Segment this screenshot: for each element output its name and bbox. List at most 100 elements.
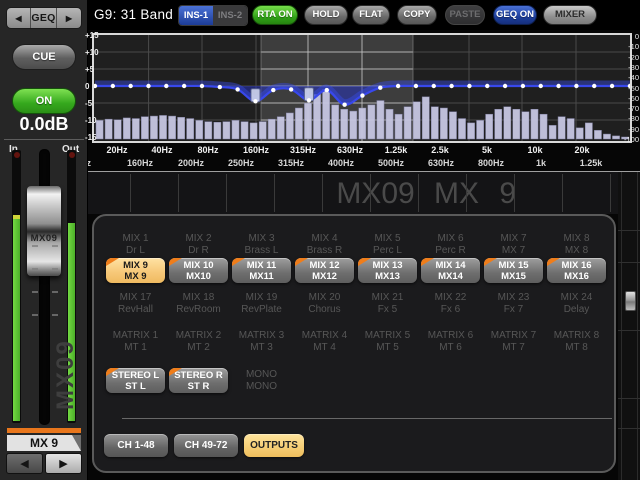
channel-select-cell: MIX 20Chorus: [293, 292, 356, 315]
channel-matrix-6[interactable]: MATRIX 6MT 6: [428, 330, 473, 353]
band-label: 800Hz: [469, 158, 513, 168]
channel-mix-14-button[interactable]: MIX 14MX14: [421, 258, 480, 283]
channel-select-cell: MIX 22Fx 6: [419, 292, 482, 315]
input-clip-led: [14, 152, 20, 158]
channel-select-cell: MATRIX 4MT 4: [293, 330, 356, 353]
channel-strip-sidebar: ◀ GEQ ▶ CUE ON 0.0dB In Out MX09 MX09 MX…: [0, 0, 88, 480]
geq-on-button[interactable]: GEQ ON: [493, 5, 537, 25]
band-label: 1.25k: [569, 158, 613, 168]
channel-color-bar: [7, 428, 81, 433]
right-scale-label: -10: [620, 42, 639, 51]
right-scale-label: -90: [620, 125, 639, 134]
on-button[interactable]: ON: [12, 88, 76, 114]
name-cell-divider: [178, 174, 179, 212]
outputs-tab[interactable]: OUTPUTS: [244, 434, 304, 457]
channel-select-cell: MIX 17RevHall: [104, 292, 167, 315]
channel-mix-22[interactable]: MIX 22Fx 6: [435, 292, 467, 315]
fader-gain-readout: 0.0dB: [0, 114, 88, 135]
channel-mix-3[interactable]: MIX 3Brass L: [245, 233, 279, 256]
fader-tick: [52, 268, 58, 270]
input-meter-fill: [13, 219, 20, 421]
channel-mix-15-button[interactable]: MIX 15MX15: [484, 258, 543, 283]
channel-mix-10-button[interactable]: MIX 10MX10: [169, 258, 228, 283]
channel-mix-1[interactable]: MIX 1Dr L: [122, 233, 148, 256]
fader-tick: [52, 291, 58, 293]
channel-select-cell: MIX 14MX14: [419, 258, 482, 283]
prev-channel-button[interactable]: ◀: [6, 453, 43, 474]
channel-select-cell: MIX 23Fx 7: [482, 292, 545, 315]
name-cell-divider: [370, 174, 371, 212]
channel-matrix-7[interactable]: MATRIX 7MT 7: [491, 330, 536, 353]
channel-mix-4[interactable]: MIX 4Brass R: [307, 233, 343, 256]
right-scale-label: -100: [620, 135, 639, 144]
hold-button[interactable]: HOLD: [304, 5, 348, 25]
channel-mix-17[interactable]: MIX 17RevHall: [118, 292, 153, 315]
channel-mix-19[interactable]: MIX 19RevPlate: [241, 292, 282, 315]
right-scale-label: -60: [620, 94, 639, 103]
channel-matrix-2[interactable]: MATRIX 2MT 2: [176, 330, 221, 353]
channel-mix-21[interactable]: MIX 21Fx 5: [372, 292, 404, 315]
input-meter: [12, 150, 21, 423]
next-channel-button[interactable]: ▶: [45, 453, 82, 474]
background-fader-thumb[interactable]: [625, 291, 636, 311]
ch-1-48-tab[interactable]: CH 1-48: [104, 434, 168, 457]
channel-mono[interactable]: MONOMONO: [246, 369, 277, 392]
channel-select-cell: MIX 8MX 8: [545, 233, 608, 256]
mixer-button[interactable]: MIXER: [543, 5, 597, 25]
channel-mix-6[interactable]: MIX 6Perc R: [435, 233, 466, 256]
channel-mix-13-button[interactable]: MIX 13MX13: [358, 258, 417, 283]
channel-mix-23[interactable]: MIX 23Fx 7: [498, 292, 530, 315]
channel-mix-8[interactable]: MIX 8MX 8: [563, 233, 589, 256]
band-label: 1k: [519, 158, 563, 168]
channel-matrix-3[interactable]: MATRIX 3MT 3: [239, 330, 284, 353]
fader-tick: [32, 245, 38, 247]
copy-button[interactable]: COPY: [397, 5, 437, 25]
channel-mix-7[interactable]: MIX 7MX 7: [500, 233, 526, 256]
left-scale-label: 0: [85, 82, 89, 91]
flat-button[interactable]: FLAT: [352, 5, 390, 25]
channel-select-cell: MIX 4Brass R: [293, 233, 356, 256]
band-label: 315Hz: [269, 158, 313, 168]
channel-select-cell: MIX 13MX13: [356, 258, 419, 283]
fader-knob[interactable]: MX09: [27, 186, 61, 276]
name-cell-divider: [274, 174, 275, 212]
sidebar-divider: [4, 139, 84, 140]
tab-ins-2[interactable]: INS-2: [213, 6, 247, 25]
channel-select-cell: MIX 1Dr L: [104, 233, 167, 256]
channel-mix-12-button[interactable]: MIX 12MX12: [295, 258, 354, 283]
channel-mix-20[interactable]: MIX 20Chorus: [308, 292, 340, 315]
strip-tick: [618, 398, 640, 399]
channel-mix-11-button[interactable]: MIX 11MX11: [232, 258, 291, 283]
freq-label: 5k: [465, 145, 509, 155]
geq-prev-icon[interactable]: ◀: [7, 8, 31, 28]
ch-49-72-tab[interactable]: CH 49-72: [174, 434, 238, 457]
channel-stereo-l-button[interactable]: STEREO LST L: [106, 368, 165, 393]
tab-ins-1[interactable]: INS-1: [179, 6, 213, 25]
band-label: 500Hz: [369, 158, 413, 168]
right-scale-label: -30: [620, 63, 639, 72]
channel-mix-24[interactable]: MIX 24Delay: [561, 292, 593, 315]
channel-matrix-5[interactable]: MATRIX 5MT 5: [365, 330, 410, 353]
channel-mix-16-button[interactable]: MIX 16MX16: [547, 258, 606, 283]
channel-mix-5[interactable]: MIX 5Perc L: [373, 233, 402, 256]
freq-label: 2.5k: [418, 145, 462, 155]
rta-on-button[interactable]: RTA ON: [252, 5, 298, 25]
channel-stereo-r-button[interactable]: STEREO RST R: [169, 368, 228, 393]
channel-name-tag: MX 9: [7, 435, 81, 451]
channel-matrix-4[interactable]: MATRIX 4MT 4: [302, 330, 347, 353]
channel-matrix-8[interactable]: MATRIX 8MT 8: [554, 330, 599, 353]
channel-matrix-1[interactable]: MATRIX 1MT 1: [113, 330, 158, 353]
frequency-axis-labels: 20Hz40Hz80Hz160Hz315Hz630Hz1.25k2.5k5k10…: [88, 145, 640, 157]
channel-mix-2[interactable]: MIX 2Dr R: [185, 233, 211, 256]
channel-mix-18[interactable]: MIX 18RevRoom: [176, 292, 220, 315]
channel-select-panel: MIX 1Dr L MIX 2Dr R MIX 3Brass L MIX 4Brass…: [92, 214, 616, 473]
cue-button[interactable]: CUE: [12, 44, 76, 70]
topbar-buttons: RTA ONHOLDFLATCOPYPASTEGEQ ONMIXER: [252, 5, 597, 25]
channel-mix-9-button[interactable]: MIX 9MX 9: [106, 258, 165, 283]
eq-graph-svg[interactable]: [94, 35, 630, 141]
strip-tick: [618, 330, 640, 331]
panel-divider: [122, 418, 612, 419]
geq-next-icon[interactable]: ▶: [57, 8, 81, 28]
name-cell-divider: [466, 174, 467, 212]
eq-graph[interactable]: [92, 33, 632, 143]
